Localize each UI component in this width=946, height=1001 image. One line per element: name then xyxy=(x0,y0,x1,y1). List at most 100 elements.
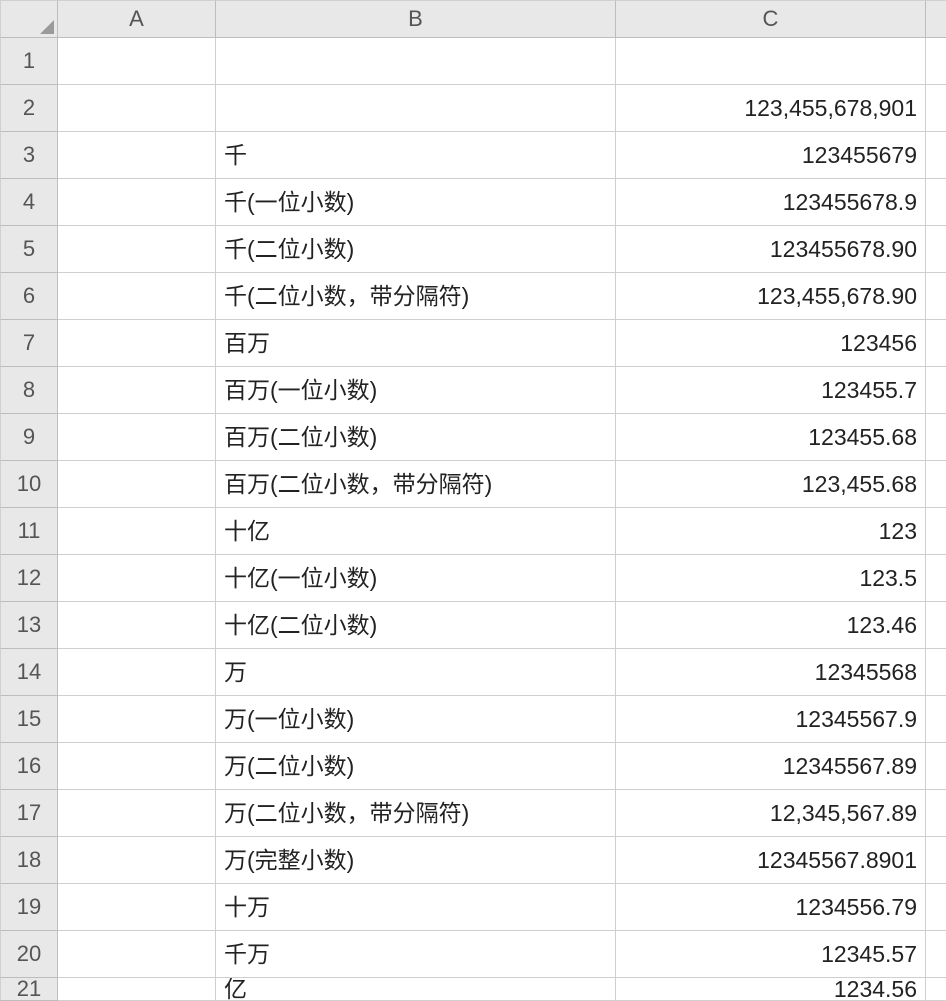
row-header-7[interactable]: 7 xyxy=(0,320,58,367)
cell-A10[interactable] xyxy=(58,461,216,508)
cell-extra3[interactable] xyxy=(926,132,946,179)
cell-A11[interactable] xyxy=(58,508,216,555)
col-header-extra[interactable] xyxy=(926,0,946,38)
cell-A19[interactable] xyxy=(58,884,216,931)
cell-A13[interactable] xyxy=(58,602,216,649)
cell-extra8[interactable] xyxy=(926,367,946,414)
cell-A9[interactable] xyxy=(58,414,216,461)
row-header-3[interactable]: 3 xyxy=(0,132,58,179)
cell-A1[interactable] xyxy=(58,38,216,85)
cell-C19[interactable]: 1234556.79 xyxy=(616,884,926,931)
cell-C12[interactable]: 123.5 xyxy=(616,555,926,602)
cell-extra14[interactable] xyxy=(926,649,946,696)
row-header-19[interactable]: 19 xyxy=(0,884,58,931)
cell-B7[interactable]: 百万 xyxy=(216,320,616,367)
cell-extra16[interactable] xyxy=(926,743,946,790)
cell-extra20[interactable] xyxy=(926,931,946,978)
cell-C15[interactable]: 12345567.9 xyxy=(616,696,926,743)
row-header-13[interactable]: 13 xyxy=(0,602,58,649)
cell-B11[interactable]: 十亿 xyxy=(216,508,616,555)
select-all-corner[interactable] xyxy=(0,0,58,38)
row-header-2[interactable]: 2 xyxy=(0,85,58,132)
row-header-8[interactable]: 8 xyxy=(0,367,58,414)
cell-B10[interactable]: 百万(二位小数，带分隔符) xyxy=(216,461,616,508)
cell-B6[interactable]: 千(二位小数，带分隔符) xyxy=(216,273,616,320)
cell-A8[interactable] xyxy=(58,367,216,414)
cell-A17[interactable] xyxy=(58,790,216,837)
row-header-18[interactable]: 18 xyxy=(0,837,58,884)
cell-A6[interactable] xyxy=(58,273,216,320)
cell-C17[interactable]: 12,345,567.89 xyxy=(616,790,926,837)
cell-C7[interactable]: 123456 xyxy=(616,320,926,367)
cell-C20[interactable]: 12345.57 xyxy=(616,931,926,978)
cell-B12[interactable]: 十亿(一位小数) xyxy=(216,555,616,602)
cell-extra7[interactable] xyxy=(926,320,946,367)
cell-extra5[interactable] xyxy=(926,226,946,273)
cell-B16[interactable]: 万(二位小数) xyxy=(216,743,616,790)
cell-extra19[interactable] xyxy=(926,884,946,931)
cell-A14[interactable] xyxy=(58,649,216,696)
row-header-12[interactable]: 12 xyxy=(0,555,58,602)
row-header-21[interactable]: 21 xyxy=(0,978,58,1001)
cell-C14[interactable]: 12345568 xyxy=(616,649,926,696)
cell-A3[interactable] xyxy=(58,132,216,179)
cell-C4[interactable]: 123455678.9 xyxy=(616,179,926,226)
col-header-A[interactable]: A xyxy=(58,0,216,38)
row-header-10[interactable]: 10 xyxy=(0,461,58,508)
cell-B9[interactable]: 百万(二位小数) xyxy=(216,414,616,461)
cell-B3[interactable]: 千 xyxy=(216,132,616,179)
cell-C2[interactable]: 123,455,678,901 xyxy=(616,85,926,132)
cell-A4[interactable] xyxy=(58,179,216,226)
cell-C8[interactable]: 123455.7 xyxy=(616,367,926,414)
row-header-5[interactable]: 5 xyxy=(0,226,58,273)
cell-extra11[interactable] xyxy=(926,508,946,555)
cell-extra2[interactable] xyxy=(926,85,946,132)
cell-B8[interactable]: 百万(一位小数) xyxy=(216,367,616,414)
cell-C13[interactable]: 123.46 xyxy=(616,602,926,649)
cell-C5[interactable]: 123455678.90 xyxy=(616,226,926,273)
cell-A2[interactable] xyxy=(58,85,216,132)
row-header-1[interactable]: 1 xyxy=(0,38,58,85)
cell-B21[interactable]: 亿 xyxy=(216,978,616,1001)
cell-B14[interactable]: 万 xyxy=(216,649,616,696)
cell-A16[interactable] xyxy=(58,743,216,790)
cell-C9[interactable]: 123455.68 xyxy=(616,414,926,461)
cell-extra1[interactable] xyxy=(926,38,946,85)
cell-C16[interactable]: 12345567.89 xyxy=(616,743,926,790)
cell-extra10[interactable] xyxy=(926,461,946,508)
row-header-11[interactable]: 11 xyxy=(0,508,58,555)
cell-B17[interactable]: 万(二位小数，带分隔符) xyxy=(216,790,616,837)
row-header-6[interactable]: 6 xyxy=(0,273,58,320)
cell-C18[interactable]: 12345567.8901 xyxy=(616,837,926,884)
cell-extra9[interactable] xyxy=(926,414,946,461)
cell-A5[interactable] xyxy=(58,226,216,273)
cell-extra15[interactable] xyxy=(926,696,946,743)
row-header-16[interactable]: 16 xyxy=(0,743,58,790)
cell-B13[interactable]: 十亿(二位小数) xyxy=(216,602,616,649)
row-header-20[interactable]: 20 xyxy=(0,931,58,978)
cell-A18[interactable] xyxy=(58,837,216,884)
cell-B20[interactable]: 千万 xyxy=(216,931,616,978)
cell-C6[interactable]: 123,455,678.90 xyxy=(616,273,926,320)
cell-C1[interactable] xyxy=(616,38,926,85)
cell-C3[interactable]: 123455679 xyxy=(616,132,926,179)
cell-extra4[interactable] xyxy=(926,179,946,226)
row-header-17[interactable]: 17 xyxy=(0,790,58,837)
cell-extra21[interactable] xyxy=(926,978,946,1001)
row-header-15[interactable]: 15 xyxy=(0,696,58,743)
cell-B1[interactable] xyxy=(216,38,616,85)
cell-A7[interactable] xyxy=(58,320,216,367)
cell-extra12[interactable] xyxy=(926,555,946,602)
cell-C10[interactable]: 123,455.68 xyxy=(616,461,926,508)
cell-A12[interactable] xyxy=(58,555,216,602)
row-header-9[interactable]: 9 xyxy=(0,414,58,461)
col-header-C[interactable]: C xyxy=(616,0,926,38)
cell-extra18[interactable] xyxy=(926,837,946,884)
cell-A15[interactable] xyxy=(58,696,216,743)
cell-B15[interactable]: 万(一位小数) xyxy=(216,696,616,743)
cell-B5[interactable]: 千(二位小数) xyxy=(216,226,616,273)
cell-B4[interactable]: 千(一位小数) xyxy=(216,179,616,226)
cell-extra17[interactable] xyxy=(926,790,946,837)
row-header-4[interactable]: 4 xyxy=(0,179,58,226)
cell-B18[interactable]: 万(完整小数) xyxy=(216,837,616,884)
